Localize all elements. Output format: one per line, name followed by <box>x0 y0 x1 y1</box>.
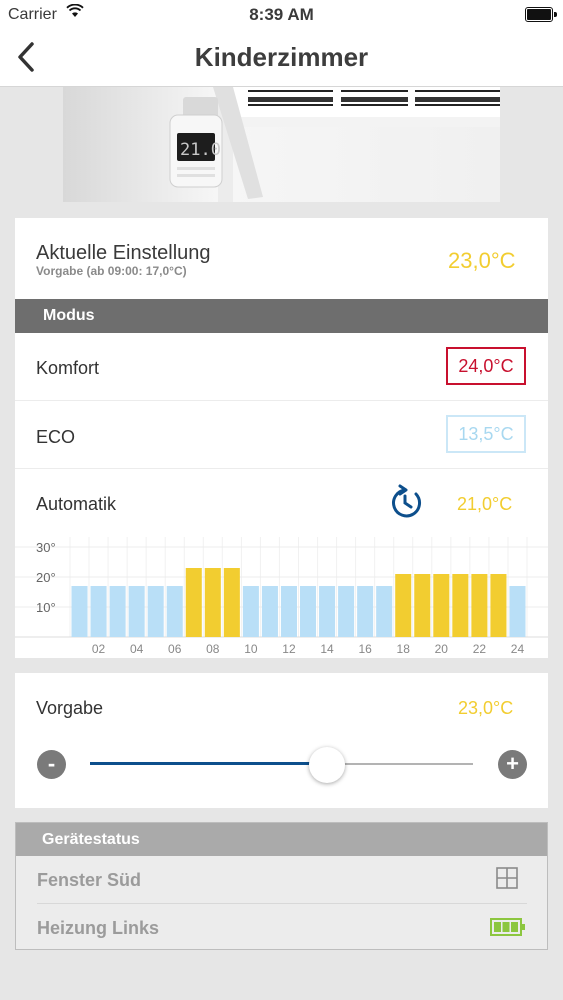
chart-bar <box>376 586 393 637</box>
chart-bar <box>357 586 374 637</box>
slider-fill <box>90 762 328 765</box>
navigation-bar: Kinderzimmer <box>0 30 563 87</box>
chart-bar <box>147 586 164 637</box>
modus-header-label: Modus <box>43 307 95 324</box>
battery-icon <box>525 7 557 22</box>
chart-y-tick-label: 10° <box>36 600 56 615</box>
chart-x-tick-label: 12 <box>282 642 296 656</box>
chart-x-tick-label: 14 <box>320 642 334 656</box>
chart-bar <box>128 586 145 637</box>
vorgabe-temperature: 23,0°C <box>458 698 514 718</box>
current-setting-title: Aktuelle Einstellung <box>36 242 211 264</box>
chart-x-tick-label: 18 <box>397 642 411 656</box>
chart-bar <box>90 586 107 637</box>
eco-label: ECO <box>36 427 76 447</box>
chart-bar <box>242 586 259 637</box>
automatik-temperature: 21,0°C <box>457 494 513 514</box>
status-row-window-label: Fenster Süd <box>37 870 142 890</box>
chart-bar <box>509 586 526 637</box>
chart-bar <box>261 586 278 637</box>
chart-x-tick-label: 20 <box>435 642 449 656</box>
komfort-temperature-box[interactable]: 24,0°C <box>446 347 526 385</box>
eco-row[interactable]: ECO 13,5°C <box>15 401 548 468</box>
komfort-label: Komfort <box>36 358 100 378</box>
chart-bar <box>109 586 126 637</box>
chart-bar <box>433 574 450 637</box>
slider-thumb[interactable] <box>309 747 346 783</box>
window-icon <box>496 867 518 889</box>
chart-x-tick-label: 08 <box>206 642 220 656</box>
chart-bar <box>319 586 336 637</box>
eco-temperature-box[interactable]: 13,5°C <box>446 415 526 453</box>
automatik-row[interactable]: Automatik 21,0°C <box>15 469 548 537</box>
vorgabe-card: Vorgabe 23,0°C - + <box>15 673 548 808</box>
chart-bar <box>414 574 431 637</box>
chart-bar <box>166 586 183 637</box>
vorgabe-label: Vorgabe <box>36 698 104 718</box>
chart-bar <box>71 586 88 637</box>
chart-x-tick-label: 06 <box>168 642 182 656</box>
chart-x-tick-label: 22 <box>473 642 487 656</box>
chart-bar <box>395 574 412 637</box>
device-status-header-label: Gerätestatus <box>42 831 140 848</box>
device-status-card: Gerätestatus Fenster Süd Heizung Links <box>15 822 548 950</box>
chart-y-tick-label: 20° <box>36 570 56 585</box>
chart-x-tick-label: 24 <box>511 642 525 656</box>
device-status-header: Gerätestatus <box>16 823 547 856</box>
schedule-clock-icon[interactable] <box>386 484 424 522</box>
automatik-label: Automatik <box>36 494 117 514</box>
decrease-button[interactable]: - <box>37 750 66 779</box>
clock: 8:39 AM <box>249 5 314 24</box>
chart-x-tick-label: 02 <box>92 642 106 656</box>
chart-bar <box>471 574 488 637</box>
chart-bar <box>300 586 317 637</box>
weekly-schedule-chart: 30° 20° 10° 02 04 06 08 10 12 14 16 18 20 22 24 <box>15 537 548 656</box>
chart-x-tick-label: 10 <box>244 642 258 656</box>
chart-bar <box>280 586 297 637</box>
modus-section-header: Modus <box>15 299 548 333</box>
room-image: 21.0 <box>63 87 500 202</box>
chart-bar <box>204 568 221 637</box>
chart-bar <box>338 586 355 637</box>
radiator-thermostat-illustration: 21.0 <box>63 87 500 202</box>
chart-bar <box>223 568 240 637</box>
chart-x-tick-label: 04 <box>130 642 144 656</box>
page-title: Kinderzimmer <box>194 42 369 72</box>
increase-button[interactable]: + <box>498 750 527 779</box>
temperature-slider[interactable] <box>90 747 473 783</box>
chart-y-tick-label: 30° <box>36 540 56 555</box>
komfort-row[interactable]: Komfort 24,0°C <box>15 333 548 400</box>
chart-bar <box>490 574 507 637</box>
svg-text:21.0: 21.0 <box>180 140 221 160</box>
current-setting-subtitle: Vorgabe (ab 09:00: 17,0°C) <box>36 264 187 278</box>
chart-x-tick-label: 16 <box>358 642 372 656</box>
divider <box>37 903 527 904</box>
status-bar: Carrier 8:39 AM <box>0 0 563 30</box>
current-temperature: 23,0°C <box>448 248 516 273</box>
battery-full-icon <box>490 918 525 936</box>
chart-bar <box>452 574 469 637</box>
status-row-heater-label: Heizung Links <box>37 918 160 938</box>
chart-bar <box>185 568 202 637</box>
settings-card: Aktuelle Einstellung Vorgabe (ab 09:00: … <box>15 218 548 658</box>
